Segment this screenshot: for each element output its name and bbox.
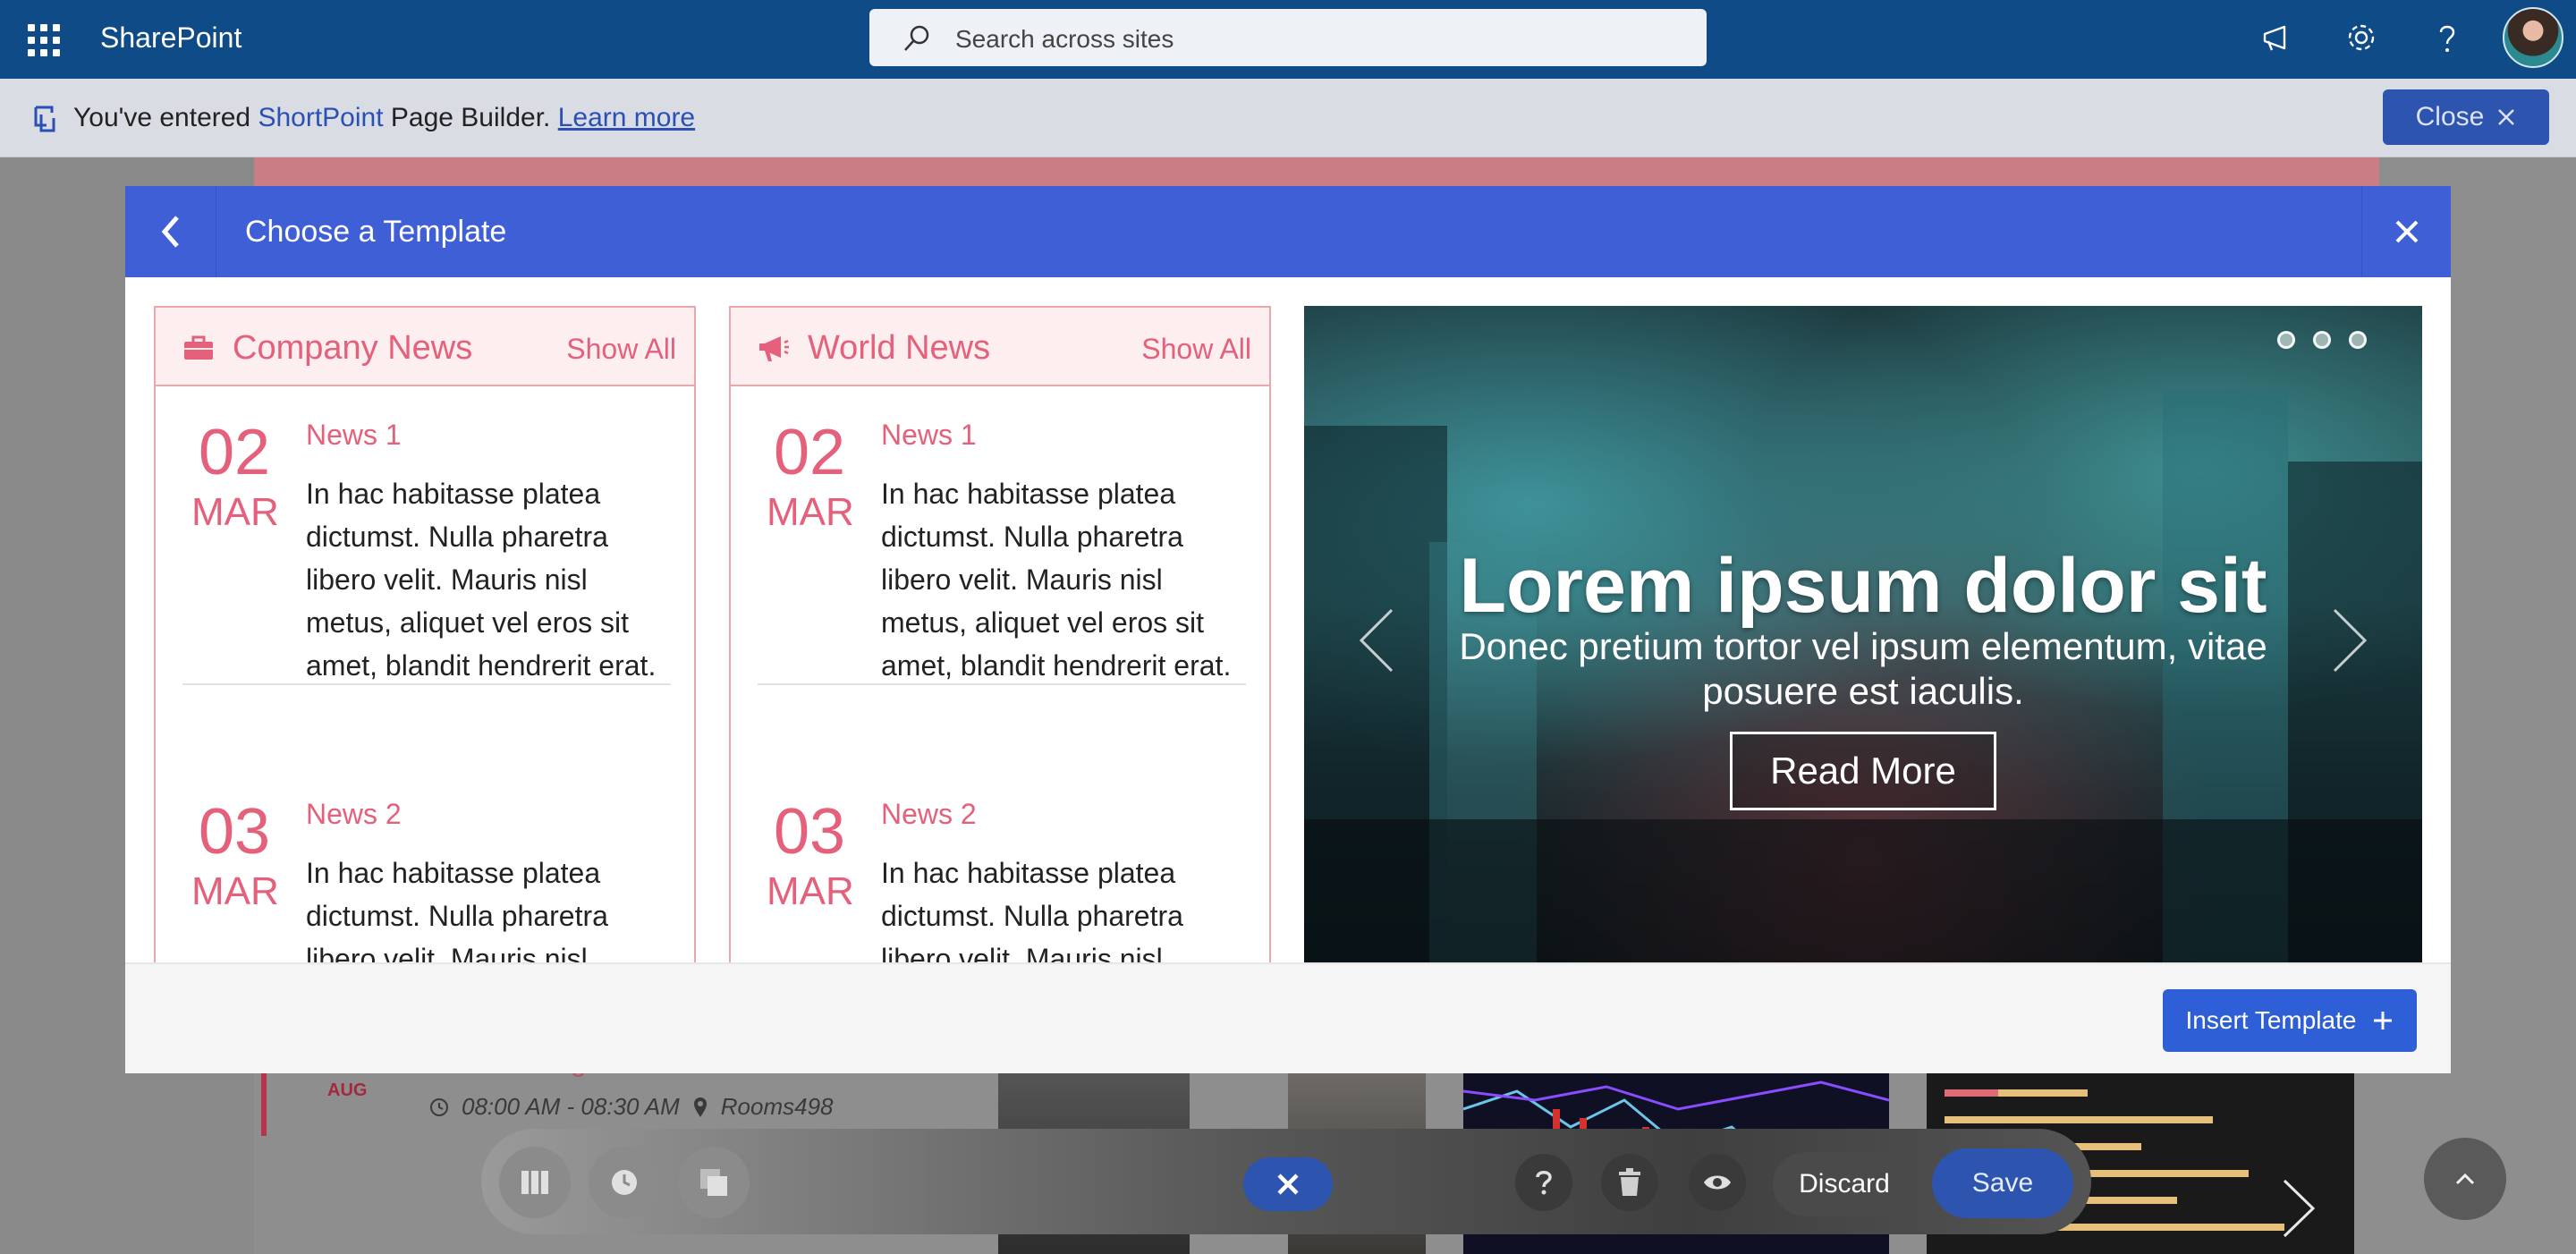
template-modal: Choose a Template Company News Show All …: [125, 186, 2451, 1073]
slider-dots: [2277, 331, 2367, 349]
history-button[interactable]: [589, 1147, 660, 1218]
news-title[interactable]: News 2: [881, 798, 977, 831]
layers-icon: [700, 1169, 727, 1196]
news-month: MAR: [191, 869, 279, 913]
slider-dot[interactable]: [2313, 331, 2331, 349]
news-text: In hac habitasse platea dictumst. Nulla …: [881, 478, 1232, 682]
preview-button[interactable]: [1689, 1154, 1746, 1211]
trash-icon: [1619, 1168, 1640, 1196]
event-room: Rooms498: [720, 1093, 834, 1120]
street-shape: [1304, 819, 2422, 962]
product-name: ShortPoint: [258, 103, 384, 132]
clock-icon: [612, 1170, 637, 1195]
news-day: 02: [199, 417, 271, 488]
close-icon: [1277, 1174, 1299, 1195]
divider: [758, 683, 1246, 685]
news-day: 02: [774, 417, 846, 488]
news-day: 03: [199, 796, 271, 868]
background-banner: [254, 157, 2379, 188]
read-more-button[interactable]: Read More: [1730, 732, 1996, 810]
event-time: 08:00 AM - 08:30 AM: [462, 1093, 680, 1120]
search-icon: [904, 25, 929, 51]
chevron-left-icon: [161, 216, 179, 248]
slide-subtitle: Donec pretium tortor vel ipsum elementum…: [1459, 625, 2267, 712]
show-all-link[interactable]: Show All: [1141, 333, 1251, 366]
location-pin-icon: [693, 1097, 707, 1117]
news-text: In hac habitasse platea dictumst. Nulla …: [881, 857, 1183, 962]
close-toolbar-button[interactable]: [1243, 1157, 1333, 1211]
save-button[interactable]: Save: [1932, 1148, 2073, 1218]
news-panel-title: World News: [808, 329, 991, 367]
shortpoint-logo-icon: [34, 106, 55, 132]
learn-more-link[interactable]: Learn more: [558, 103, 695, 132]
news-title[interactable]: News 2: [306, 798, 402, 831]
show-all-link[interactable]: Show All: [566, 333, 676, 366]
modal-header: Choose a Template: [125, 186, 2451, 277]
news-panel-header: Company News Show All: [156, 308, 694, 386]
slider-dot[interactable]: [2349, 331, 2367, 349]
clock-icon: [430, 1097, 448, 1116]
columns-icon: [521, 1171, 548, 1194]
world-news-panel[interactable]: World News Show All 02 MAR News 1 In hac…: [729, 306, 1271, 962]
insert-template-label: Insert Template: [2185, 1006, 2357, 1034]
divider: [182, 683, 671, 685]
insert-template-button[interactable]: Insert Template: [2163, 989, 2417, 1052]
settings-gear-icon[interactable]: [2343, 20, 2379, 55]
close-builder-button[interactable]: Close: [2383, 89, 2549, 145]
news-text: In hac habitasse platea dictumst. Nulla …: [306, 478, 657, 682]
hero-slider[interactable]: Lorem ipsum dolor sit Donec pretium tort…: [1304, 306, 2422, 962]
briefcase-icon: [184, 335, 213, 360]
templates-button[interactable]: [678, 1147, 750, 1218]
help-icon: [1536, 1171, 1552, 1195]
news-panel-title: Company News: [233, 329, 473, 367]
close-builder-label: Close: [2415, 102, 2485, 131]
help-button[interactable]: [1515, 1154, 1572, 1211]
slider-dot[interactable]: [2277, 331, 2295, 349]
news-month: MAR: [191, 490, 279, 534]
news-title[interactable]: News 1: [881, 419, 977, 452]
message-prefix: You've entered: [73, 103, 258, 132]
modal-title: Choose a Template: [245, 215, 507, 249]
event-meta: 08:00 AM - 08:30 AM Rooms498: [429, 1093, 833, 1121]
megaphone-icon: [759, 336, 789, 361]
chevron-right-icon[interactable]: [2279, 1177, 2318, 1240]
company-news-panel[interactable]: Company News Show All 02 MAR News 1 In h…: [154, 306, 696, 962]
plus-icon: [2374, 1012, 2393, 1029]
help-icon[interactable]: [2429, 20, 2465, 55]
search-input[interactable]: Search across sites: [955, 25, 1174, 54]
news-title[interactable]: News 1: [306, 419, 402, 452]
suite-bar: SharePoint Search across sites: [0, 0, 2576, 79]
message-suffix: Page Builder.: [383, 103, 558, 132]
modal-footer: Insert Template: [125, 962, 2451, 1073]
message-text: You've entered ShortPoint Page Builder. …: [73, 103, 695, 133]
modal-close-button[interactable]: [2361, 186, 2451, 277]
columns-button[interactable]: [499, 1147, 571, 1218]
back-button[interactable]: [125, 186, 216, 277]
event-month: AUG: [327, 1080, 368, 1100]
news-text: In hac habitasse platea dictumst. Nulla …: [306, 857, 608, 962]
news-month: MAR: [767, 869, 854, 913]
message-bar: You've entered ShortPoint Page Builder. …: [0, 79, 2576, 157]
news-month: MAR: [767, 490, 854, 534]
delete-button[interactable]: [1601, 1154, 1658, 1211]
close-icon: [2395, 220, 2418, 243]
news-panel-header: World News Show All: [731, 308, 1269, 386]
event-accent-bar: [261, 1064, 267, 1136]
eye-icon: [1704, 1175, 1731, 1190]
user-avatar[interactable]: [2503, 7, 2563, 68]
app-launcher-icon[interactable]: [25, 21, 61, 57]
news-day: 03: [774, 796, 846, 868]
app-name[interactable]: SharePoint: [100, 21, 242, 55]
close-icon: [2498, 109, 2515, 125]
search-box[interactable]: Search across sites: [869, 9, 1707, 66]
megaphone-icon[interactable]: [2259, 20, 2295, 55]
builder-toolbar: Discard Save: [481, 1129, 2091, 1234]
chevron-up-icon: [2455, 1173, 2475, 1185]
discard-button[interactable]: Discard: [1773, 1152, 1916, 1216]
scroll-to-top-button[interactable]: [2424, 1138, 2506, 1220]
slide-title: Lorem ipsum dolor sit: [1459, 543, 2267, 629]
